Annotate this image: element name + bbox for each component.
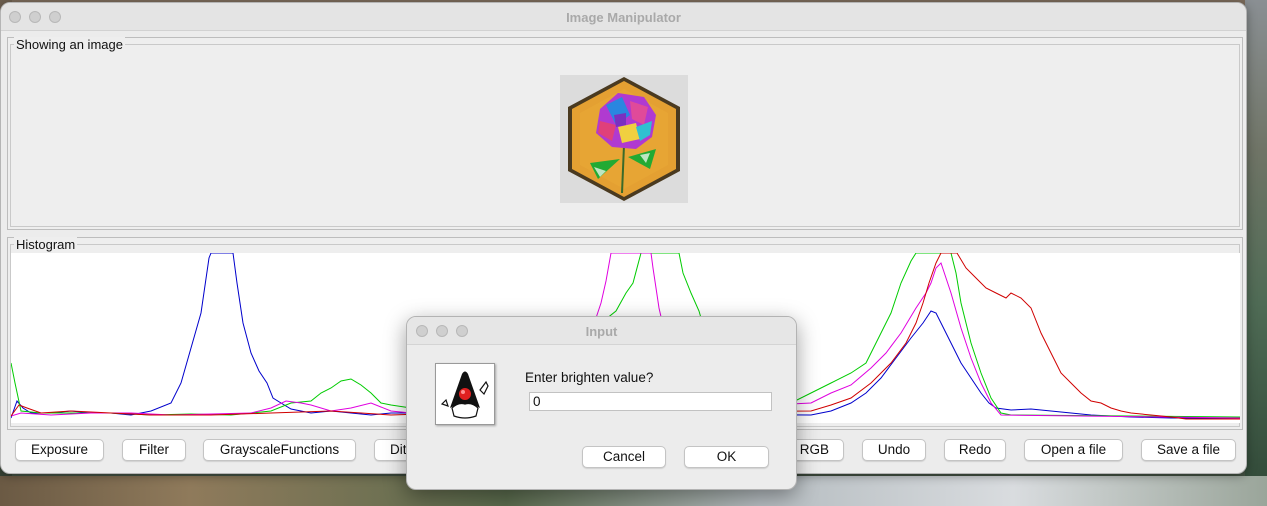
ok-button[interactable]: OK bbox=[684, 446, 769, 468]
open-file-button[interactable]: Open a file bbox=[1024, 439, 1123, 461]
java-duke-icon bbox=[435, 363, 495, 425]
displayed-image bbox=[560, 75, 688, 203]
dialog-prompt: Enter brighten value? bbox=[525, 370, 654, 385]
desktop-background-right bbox=[1245, 0, 1267, 506]
exposure-button[interactable]: Exposure bbox=[15, 439, 104, 461]
redo-button[interactable]: Redo bbox=[944, 439, 1006, 461]
dialog-title: Input bbox=[585, 324, 618, 339]
filter-button[interactable]: Filter bbox=[122, 439, 186, 461]
save-file-button[interactable]: Save a file bbox=[1141, 439, 1236, 461]
rose-hexagon-image bbox=[560, 75, 688, 203]
grayscale-functions-button[interactable]: GrayscaleFunctions bbox=[203, 439, 356, 461]
window-title: Image Manipulator bbox=[566, 10, 681, 25]
image-panel-title: Showing an image bbox=[14, 37, 125, 52]
histogram-panel-title: Histogram bbox=[14, 237, 78, 252]
window-titlebar[interactable]: Image Manipulator bbox=[1, 3, 1246, 31]
brighten-value-input[interactable]: 0 bbox=[529, 392, 772, 411]
undo-button[interactable]: Undo bbox=[862, 439, 926, 461]
cancel-button[interactable]: Cancel bbox=[582, 446, 666, 468]
dialog-titlebar[interactable]: Input bbox=[407, 317, 796, 345]
input-dialog: Input Enter brighten value? 0 Cancel OK bbox=[406, 316, 797, 490]
